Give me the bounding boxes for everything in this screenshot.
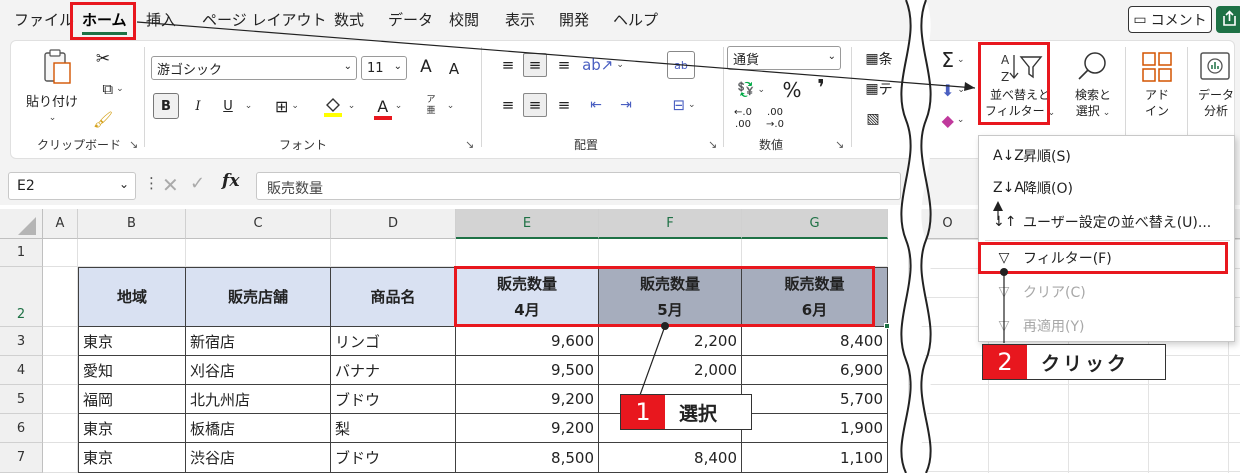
callout-number: 2 bbox=[983, 345, 1027, 379]
callout-label: 選択 bbox=[679, 402, 718, 425]
callout-step-2: 2 クリック bbox=[982, 344, 1166, 380]
callout-number: 1 bbox=[621, 395, 665, 429]
callout-step-1: 1 選択 bbox=[620, 394, 752, 430]
callout-label: クリック bbox=[1041, 352, 1130, 375]
